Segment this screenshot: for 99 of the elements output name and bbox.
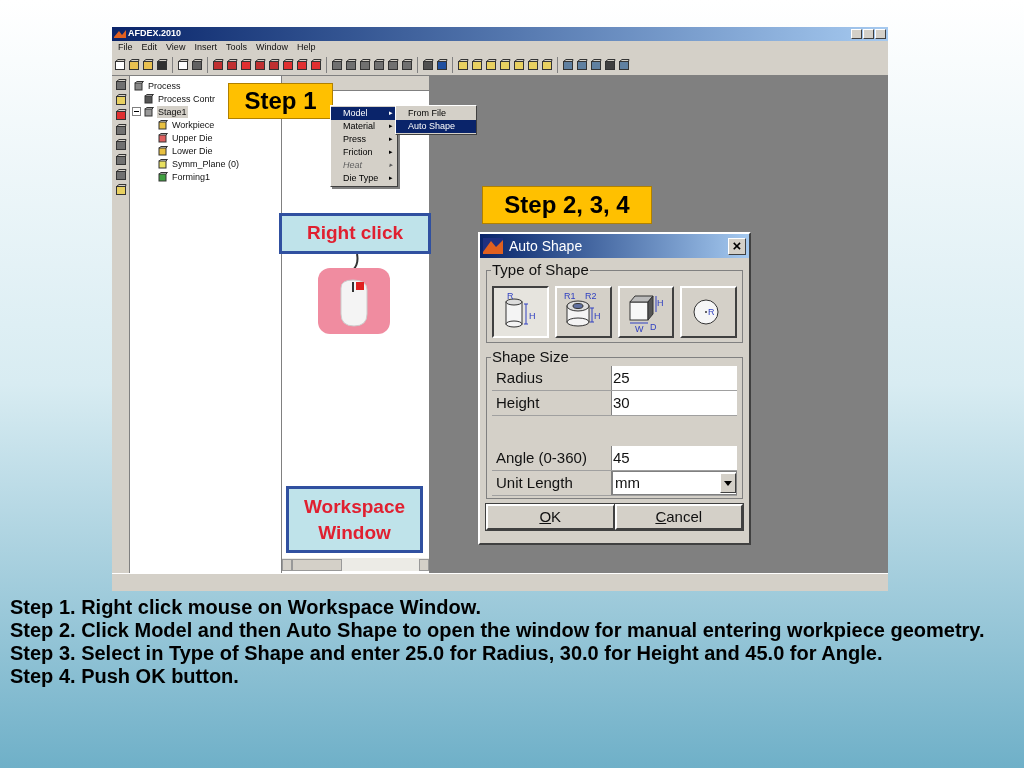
node-icon	[134, 80, 144, 91]
toolbar-icon[interactable]	[268, 58, 280, 71]
toolbar-icon[interactable]	[114, 154, 127, 166]
menu-item[interactable]: Auto Shape	[396, 120, 476, 133]
dialog-title: Auto Shape	[509, 236, 583, 256]
node-icon	[144, 93, 154, 104]
toolbar-icon[interactable]	[618, 58, 630, 71]
node-icon	[158, 119, 168, 130]
toolbar-icon[interactable]	[254, 58, 266, 71]
toolbar-icon[interactable]	[114, 94, 127, 106]
group-label: Shape Size	[491, 348, 570, 366]
toolbar-icon[interactable]	[527, 58, 539, 71]
shape-button[interactable]: R1 R2 H	[554, 286, 612, 338]
node-icon	[144, 106, 154, 117]
tree-item[interactable]: Process Contr	[157, 92, 217, 105]
app-icon	[114, 29, 126, 39]
step-callout: Step 2, 3, 4	[482, 186, 652, 224]
group-label: Type of Shape	[491, 261, 590, 279]
tree-item[interactable]: Process	[147, 79, 182, 92]
app-icon	[483, 238, 503, 254]
dialog-button[interactable]: OK	[486, 504, 615, 530]
toolbar-icon[interactable]	[114, 58, 126, 71]
toolbar-icon[interactable]	[226, 58, 238, 71]
menu-item[interactable]: Edit	[141, 40, 158, 55]
toolbar-icon[interactable]	[114, 79, 127, 91]
unit-select[interactable]: mm	[612, 471, 737, 495]
tree-item[interactable]: Upper Die	[171, 131, 214, 144]
right-click-callout: Right click	[279, 213, 431, 254]
toolbar-icon[interactable]	[513, 58, 525, 71]
menu-item[interactable]: Insert	[194, 40, 217, 55]
toolbar-icon[interactable]	[436, 58, 448, 71]
toolbar-icon[interactable]	[142, 58, 154, 71]
toolbar-icon[interactable]	[331, 58, 343, 71]
toolbar-icon[interactable]	[387, 58, 399, 71]
node-icon	[158, 145, 168, 156]
collapse-icon[interactable]	[132, 107, 141, 116]
input-field[interactable]: 25	[612, 366, 737, 390]
shape-button[interactable]: H W D	[617, 286, 675, 338]
toolbar-icon[interactable]	[541, 58, 553, 71]
step-instruction: Step 3. Select in Type of Shape and enter 25.0 for Radius, 30.0 for Height and 45.0 for Angle.	[10, 642, 884, 665]
toolbar-icon[interactable]	[471, 58, 483, 71]
tree-item[interactable]: Symm_Plane (0)	[171, 157, 241, 170]
step-instruction: Step 1. Right click mouse on Workspace Window.	[10, 596, 482, 619]
toolbar-icon[interactable]	[240, 58, 252, 71]
step-instruction: Step 2. Click Model and then Auto Shape to open the window for manual entering workpiece geometry.	[10, 619, 986, 642]
toolbar-icon[interactable]	[499, 58, 511, 71]
toolbar-icon[interactable]	[604, 58, 616, 71]
toolbar-icon[interactable]	[359, 58, 371, 71]
toolbar-icon[interactable]	[114, 124, 127, 136]
menu-item[interactable]: File	[118, 40, 133, 55]
toolbar-icon[interactable]	[310, 58, 322, 71]
node-icon	[158, 132, 168, 143]
toolbar-icon[interactable]	[114, 184, 127, 196]
restore-button[interactable]	[863, 29, 874, 39]
menu-item[interactable]: From File	[396, 107, 476, 120]
input-field[interactable]: 30	[612, 391, 737, 415]
toolbar-icon[interactable]	[457, 58, 469, 71]
tree-item[interactable]: Workpiece	[171, 118, 216, 131]
toolbar-icon[interactable]	[156, 58, 168, 71]
toolbar-icon[interactable]	[576, 58, 588, 71]
menu-item[interactable]: Window	[255, 40, 288, 55]
menu-item[interactable]: Tools	[225, 40, 247, 55]
tree-item[interactable]: Stage1	[157, 105, 188, 118]
toolbar-icon[interactable]	[590, 58, 602, 71]
window-title: AFDEX.2010	[128, 27, 182, 41]
step-instruction: Step 4. Push OK button.	[10, 665, 240, 688]
input-field[interactable]: 45	[612, 446, 737, 470]
tree-item[interactable]: Lower Die	[171, 144, 214, 157]
menu-item[interactable]: Help	[296, 40, 316, 55]
toolbar-icon[interactable]	[177, 58, 189, 71]
toolbar-icon[interactable]	[296, 58, 308, 71]
toolbar-icon[interactable]	[345, 58, 357, 71]
minimize-button[interactable]	[851, 29, 862, 39]
toolbar-icon[interactable]	[212, 58, 224, 71]
workspace-window-callout: Workspace Window	[286, 486, 423, 553]
shape-button[interactable]: R H	[492, 286, 549, 338]
toolbar-icon[interactable]	[562, 58, 574, 71]
tree-item[interactable]: Forming1	[171, 170, 211, 183]
menu-item[interactable]: View	[166, 40, 186, 55]
horizontal-scrollbar[interactable]	[282, 558, 429, 571]
node-icon	[158, 158, 168, 169]
toolbar-icon[interactable]	[282, 58, 294, 71]
toolbar-icon[interactable]	[422, 58, 434, 71]
shape-button[interactable]: R	[680, 286, 737, 338]
toolbar-icon[interactable]	[114, 139, 127, 151]
toolbar-icon[interactable]	[128, 58, 140, 71]
toolbar-icon[interactable]	[485, 58, 497, 71]
toolbar-icon[interactable]	[373, 58, 385, 71]
sphere-icon: R	[693, 299, 719, 325]
toolbar-icon[interactable]	[114, 169, 127, 181]
close-button[interactable]	[875, 29, 886, 39]
toolbar-icon[interactable]	[191, 58, 203, 71]
mouse-icon	[317, 254, 391, 336]
close-button[interactable]: ×	[728, 237, 746, 255]
step-callout: Step 1	[228, 83, 333, 119]
toolbar-icon[interactable]	[401, 58, 413, 71]
dialog-button[interactable]: Cancel	[614, 504, 743, 530]
node-icon	[158, 171, 168, 182]
toolbar-icon[interactable]	[114, 109, 127, 121]
